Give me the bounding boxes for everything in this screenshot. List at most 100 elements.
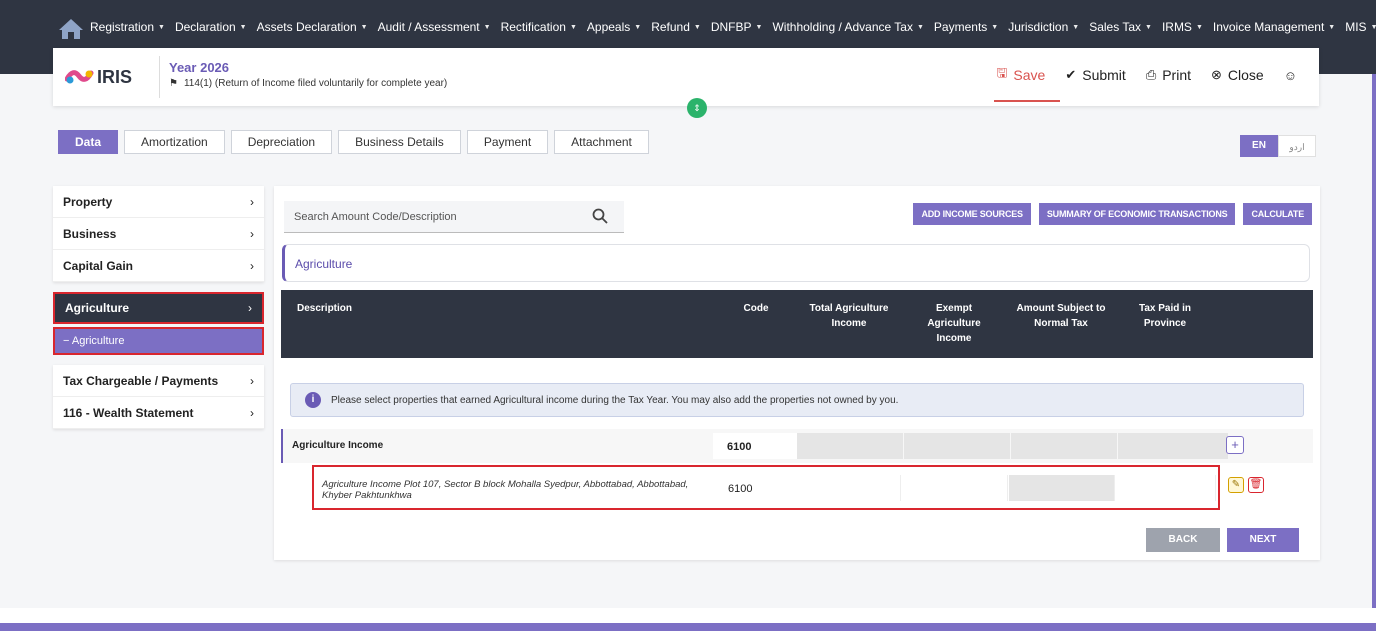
close-label: Close [1227,67,1264,83]
return-header: IRIS Year 2026 ⚑ 114(1) (Return of Incom… [53,48,1319,106]
sidebar-item-tax-chargeable[interactable]: Tax Chargeable / Payments › [53,365,264,397]
sidebar-group: Property › Business › Capital Gain › [53,186,264,282]
add-income-sources-button[interactable]: ADD INCOME SOURCES [913,203,1031,225]
nav-item-dnfbp[interactable]: DNFBP ▼ [711,20,763,34]
caret-down-icon: ▼ [634,23,642,31]
sidebar-item-business[interactable]: Business › [53,218,264,250]
lang-en-button[interactable]: EN [1240,135,1278,157]
tax-paid-input[interactable] [1116,475,1216,501]
nav-item-declaration[interactable]: Declaration ▼ [175,20,247,34]
tab-business-details[interactable]: Business Details [338,130,461,154]
nav-item-irms[interactable]: IRMS ▼ [1162,20,1203,34]
sidebar-item-label: Property [63,194,113,209]
row-label: Agriculture Income [292,440,384,451]
nav-item-mis[interactable]: MIS ▼ [1345,20,1376,34]
caret-down-icon: ▼ [1328,23,1336,31]
print-button[interactable]: ⎙ Print [1146,67,1191,83]
close-circle-icon: ⊗ [1211,67,1222,82]
delete-trash-icon[interactable]: 🗑 [1248,477,1264,493]
home-icon[interactable] [58,17,84,41]
sidebar-item-property[interactable]: Property › [53,186,264,218]
nav-item-label: Audit / Assessment [377,20,480,34]
chevron-right-icon: › [250,405,254,420]
nav-item-invoice-management[interactable]: Invoice Management ▼ [1213,20,1335,34]
iris-logo: IRIS [65,67,132,87]
save-button[interactable]: 🖫 Save [996,64,1045,86]
language-switch: EN اردو [1240,135,1316,157]
sidebar: Property › Business › Capital Gain › Agricu… [53,186,264,439]
nav-item-rectification[interactable]: Rectification ▼ [501,20,577,34]
nav-item-label: Refund [651,20,690,34]
header-divider [159,56,160,98]
nav-item-assets-declaration[interactable]: Assets Declaration ▼ [257,20,368,34]
search-placeholder: Search Amount Code/Description [294,211,457,223]
chevron-right-icon: › [250,373,254,388]
nav-item-audit-assessment[interactable]: Audit / Assessment ▼ [378,20,491,34]
form-tabs: Data Amortization Depreciation Business Det… [58,130,655,154]
info-text: Please select properties that earned Agr… [331,394,899,406]
nav-item-label: IRMS [1161,20,1192,34]
chevron-right-icon: › [250,194,254,209]
caret-down-icon: ▼ [693,23,701,31]
header-actions: 🖫 Save ✔ Submit ⎙ Print ⊗ Close ☺ [976,64,1303,86]
caret-down-icon: ▼ [1072,23,1080,31]
summary-button[interactable]: SUMMARY OF ECONOMIC TRANSACTIONS [1038,203,1236,225]
tab-payment[interactable]: Payment [466,130,549,154]
right-scrollbar[interactable] [1372,74,1376,608]
nav-item-appeals[interactable]: Appeals ▼ [587,20,641,34]
caret-down-icon: ▼ [991,23,999,31]
save-underline [994,100,1060,102]
nav-item-label: Payments [933,20,988,34]
tab-amortization[interactable]: Amortization [124,130,225,154]
exempt-income-cell [904,433,1010,459]
print-icon: ⎙ [1145,67,1157,82]
caret-down-icon: ▼ [360,23,368,31]
svg-text:IRIS: IRIS [97,67,132,87]
caret-down-icon: ▼ [1195,23,1203,31]
tax-year: Year 2026 [169,60,230,75]
action-buttons: ADD INCOME SOURCES SUMMARY OF ECONOMIC T… [905,203,1312,225]
save-icon: 🖫 [996,65,1008,80]
footer [0,608,1376,623]
tab-attachment[interactable]: Attachment [554,130,649,154]
sidebar-item-capital-gain[interactable]: Capital Gain › [53,250,264,282]
caret-down-icon: ▼ [1145,23,1152,31]
nav-item-refund[interactable]: Refund ▼ [651,20,701,34]
nav-item-payments[interactable]: Payments ▼ [934,20,998,34]
nav-item-jurisdiction[interactable]: Jurisdiction ▼ [1008,20,1079,34]
collapse-toggle-icon[interactable]: ⇕ [687,98,707,118]
tab-depreciation[interactable]: Depreciation [230,130,333,154]
main-menu: Registration ▼ Declaration ▼ Assets Declarat… [90,20,1376,34]
nav-item-label: Rectification [500,20,566,34]
check-circle-icon: ✔ [1065,67,1077,82]
search-input[interactable]: Search Amount Code/Description [284,201,624,233]
calculate-button[interactable]: CALCULATE [1243,203,1312,225]
submit-button[interactable]: ✔ Submit [1065,67,1125,83]
user-button[interactable]: ☺ [1284,68,1303,83]
sidebar-subitem-agriculture[interactable]: − Agriculture [53,327,264,355]
col-subject-normal-tax: Amount Subject to Normal Tax [1016,303,1106,329]
nav-item-label: Jurisdiction [1008,20,1069,34]
nav-item-label: Sales Tax [1089,20,1141,34]
edit-pencil-icon[interactable]: ✎ [1228,477,1244,493]
add-row-icon[interactable]: + [1226,436,1244,454]
sidebar-item-label: Capital Gain [63,258,134,273]
chevron-right-icon: › [250,258,254,273]
nav-item-withholding-advance-tax[interactable]: Withholding / Advance Tax ▼ [772,20,923,34]
close-button[interactable]: ⊗ Close [1211,67,1264,83]
next-button[interactable]: NEXT [1227,528,1299,552]
nav-item-registration[interactable]: Registration ▼ [90,20,165,34]
nav-item-sales-tax[interactable]: Sales Tax ▼ [1089,20,1152,34]
sidebar-item-label: Business [63,226,117,241]
search-icon[interactable] [592,208,608,224]
sidebar-item-wealth-statement[interactable]: 116 - Wealth Statement › [53,397,264,429]
sidebar-group-agriculture: Agriculture › − Agriculture [53,292,264,355]
total-income-input[interactable] [795,475,901,501]
exempt-income-input[interactable] [902,475,1008,501]
tab-data[interactable]: Data [58,130,119,154]
save-label: Save [1013,67,1046,83]
caret-down-icon: ▼ [569,23,577,31]
sidebar-item-agriculture[interactable]: Agriculture › [53,292,264,324]
back-button[interactable]: BACK [1146,528,1220,552]
lang-ur-button[interactable]: اردو [1278,135,1316,157]
